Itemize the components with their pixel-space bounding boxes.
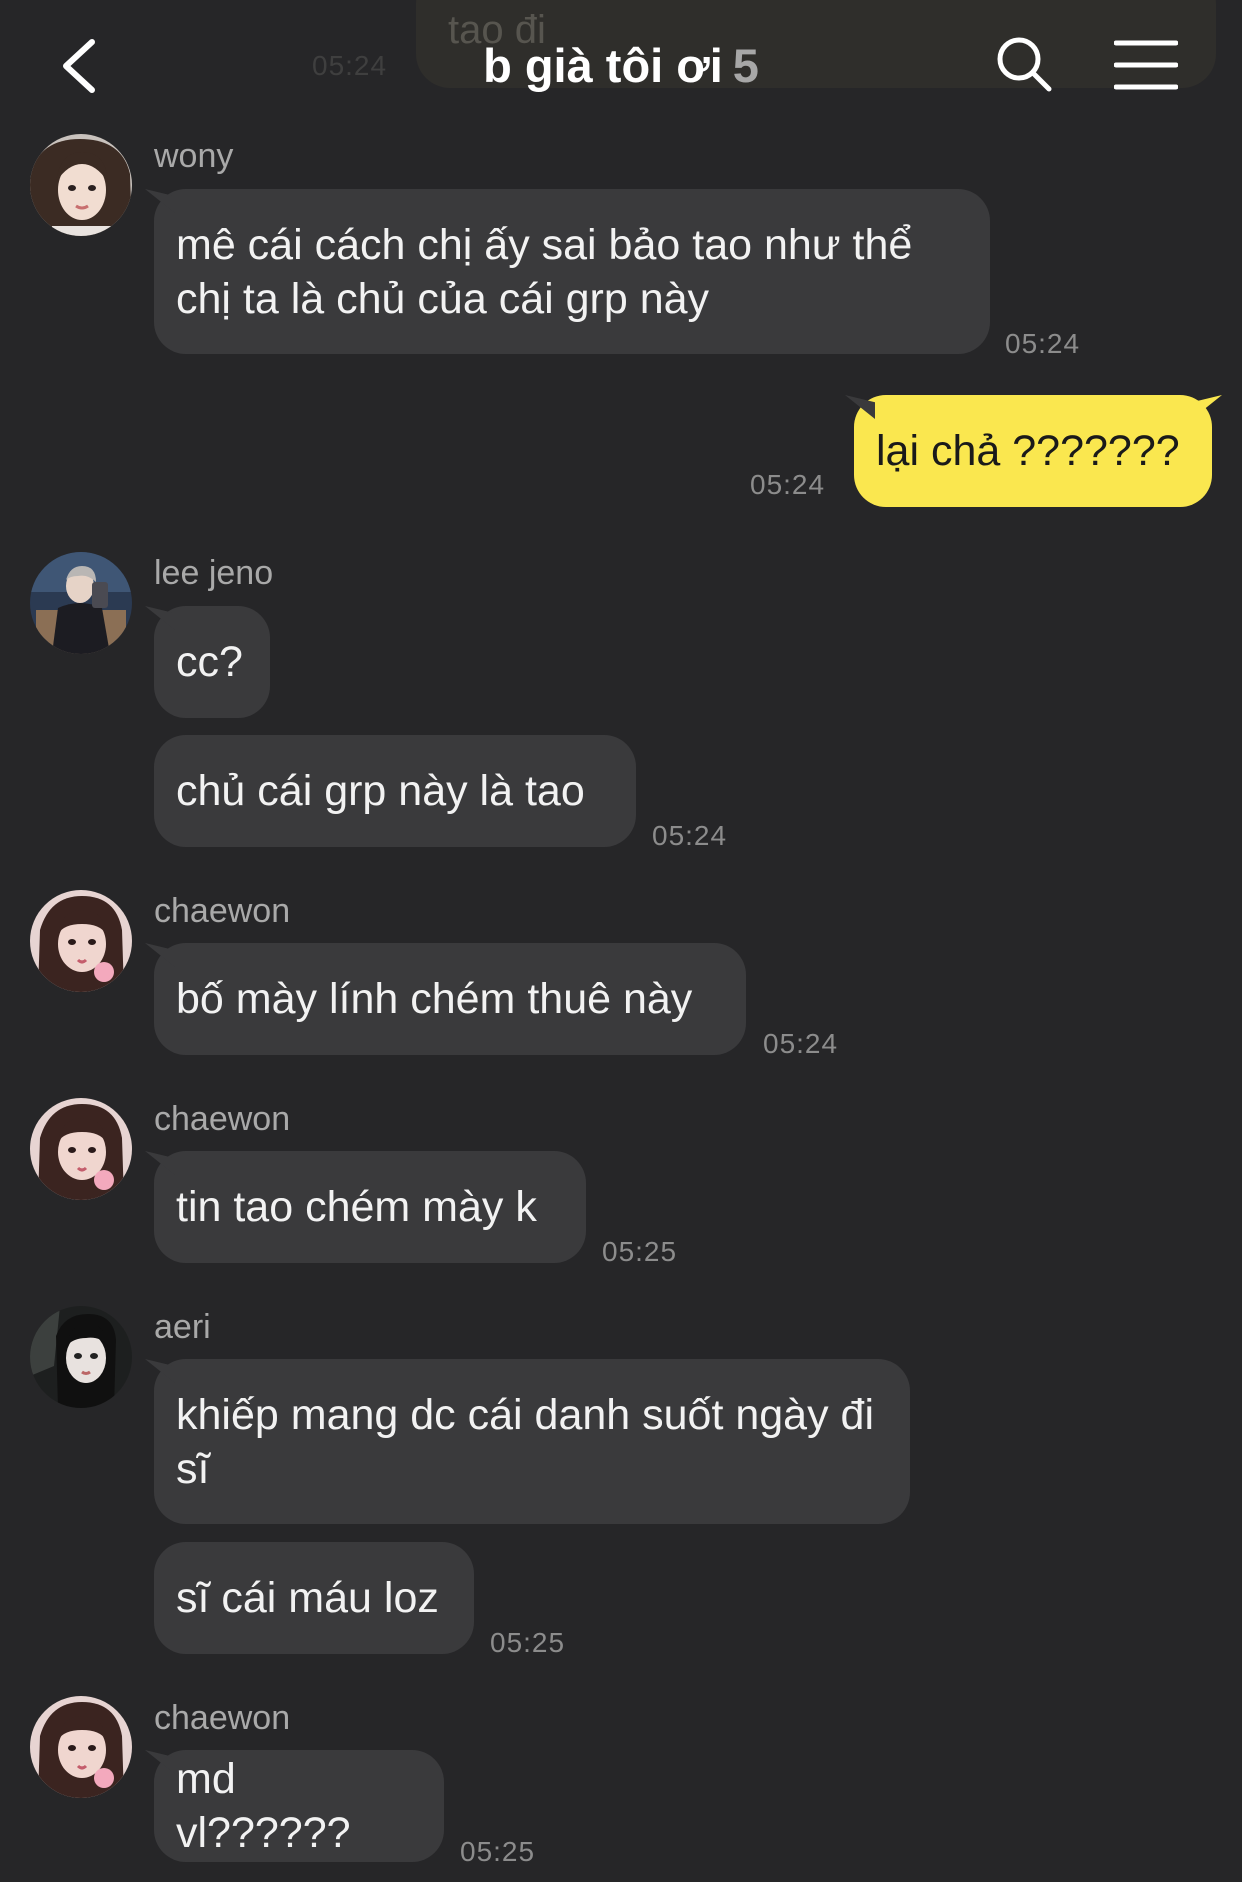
message-text: lại chả ??????? — [876, 427, 1180, 475]
message-time: 05:25 — [460, 1836, 536, 1867]
menu-button[interactable] — [1113, 38, 1179, 92]
message-bubble[interactable]: bố mày lính chém thuê này — [154, 943, 746, 1055]
message-time: 05:25 — [602, 1236, 678, 1267]
message-bubble[interactable]: chủ cái grp này là tao — [154, 735, 636, 847]
message-time: 05:25 — [490, 1627, 566, 1658]
avatar-photo — [30, 552, 132, 654]
message-text: md vl?????? — [176, 1755, 351, 1857]
chat-header: tao đi 05:24 b già tôi ơi 5 — [0, 0, 1242, 130]
message-bubble[interactable]: sĩ cái máu loz — [154, 1542, 474, 1654]
sender-name: chaewon — [154, 892, 291, 930]
avatar-aeri[interactable] — [30, 1306, 132, 1408]
message-time: 05:24 — [1005, 328, 1081, 359]
avatar-lee-jeno[interactable] — [30, 552, 132, 654]
my-message-bubble[interactable]: lại chả ??????? — [854, 395, 1212, 507]
hamburger-menu-icon — [1113, 40, 1179, 90]
message-text: tin tao chém mày k — [176, 1183, 537, 1231]
message-time: 05:24 — [750, 469, 826, 500]
sender-name: chaewon — [154, 1699, 291, 1737]
chevron-left-icon — [63, 39, 95, 93]
avatar-photo — [30, 1696, 132, 1798]
message-text: mê cái cách chị ấy sai bảo tao như thể c… — [176, 220, 913, 323]
message-text: chủ cái grp này là tao — [176, 767, 585, 815]
avatar-chaewon[interactable] — [30, 1098, 132, 1200]
avatar-chaewon[interactable] — [30, 1696, 132, 1798]
message-bubble[interactable]: khiếp mang dc cái danh suốt ngày đi sĩ — [154, 1359, 910, 1524]
sender-name: wony — [154, 137, 234, 175]
message-text: bố mày lính chém thuê này — [176, 975, 693, 1023]
avatar-photo — [30, 890, 132, 992]
message-text: cc? — [176, 638, 243, 686]
message-text: khiếp mang dc cái danh suốt ngày đi sĩ — [176, 1390, 875, 1493]
back-button[interactable] — [56, 36, 106, 96]
avatar-photo — [30, 1098, 132, 1200]
avatar-photo — [30, 1306, 132, 1408]
avatar-wony[interactable] — [30, 134, 132, 236]
message-time: 05:24 — [763, 1028, 839, 1059]
sender-name: aeri — [154, 1308, 211, 1346]
message-time: 05:24 — [652, 820, 728, 851]
message-bubble[interactable]: md vl?????? — [154, 1750, 444, 1862]
sender-name: chaewon — [154, 1100, 291, 1138]
search-icon — [997, 37, 1052, 92]
message-bubble[interactable]: mê cái cách chị ấy sai bảo tao như thể c… — [154, 189, 990, 354]
message-bubble[interactable]: cc? — [154, 606, 270, 718]
avatar-photo — [30, 134, 132, 236]
sender-name: lee jeno — [154, 554, 274, 592]
search-button[interactable] — [994, 34, 1054, 94]
chat-title-text: b già tôi ơi — [483, 39, 723, 92]
message-text: sĩ cái máu loz — [176, 1574, 439, 1622]
previous-message-time: 05:24 — [312, 50, 388, 81]
message-bubble[interactable]: tin tao chém mày k — [154, 1151, 586, 1263]
avatar-chaewon[interactable] — [30, 890, 132, 992]
